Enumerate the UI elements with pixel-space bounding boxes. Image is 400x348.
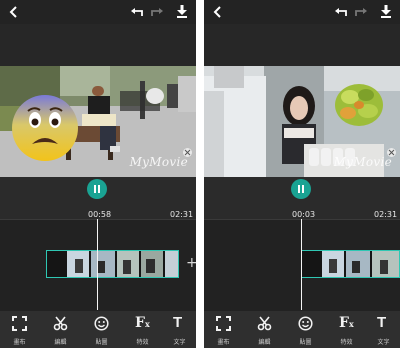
playback-controls: 00:03 02:31 [204, 177, 400, 219]
text-icon: T [377, 314, 387, 331]
video-clip-strip[interactable] [46, 250, 179, 278]
watermark-text: MyMovie [333, 155, 392, 169]
tool-canvas[interactable]: 畫布 [0, 311, 39, 348]
video-clip-strip[interactable] [301, 250, 400, 278]
tool-label-effects: 特效 [136, 339, 149, 346]
redo-icon[interactable] [150, 5, 164, 19]
editor-screen-right: MyMovie 00:03 02:31 畫布 編輯 貼圖 Fx 特效 T 文字 [204, 0, 400, 348]
pause-button[interactable] [291, 179, 311, 199]
tool-label-sticker: 貼圖 [299, 339, 312, 346]
worried-face-sticker[interactable] [10, 92, 80, 164]
scissors-icon [257, 316, 272, 331]
tool-effects[interactable]: Fx 特效 [327, 311, 366, 348]
tool-effects[interactable]: Fx 特效 [123, 311, 162, 348]
timeline-divider [204, 219, 400, 220]
tool-label-effects: 特效 [340, 339, 353, 346]
sticker-icon [94, 316, 109, 331]
top-bar [204, 0, 400, 24]
pause-button[interactable] [87, 179, 107, 199]
timeline[interactable]: + [0, 219, 196, 311]
video-preview[interactable]: MyMovie [0, 66, 196, 177]
playhead[interactable] [97, 219, 98, 310]
fx-icon: Fx [339, 315, 354, 331]
download-icon[interactable] [175, 4, 189, 19]
tool-canvas[interactable]: 畫布 [204, 311, 243, 348]
playhead[interactable] [301, 219, 302, 310]
clip-thumbnails [47, 251, 178, 277]
tool-text[interactable]: T 文字 [364, 311, 400, 348]
tool-label-text: 文字 [377, 339, 390, 346]
top-bar [0, 0, 196, 24]
add-clip-icon[interactable]: + [186, 256, 196, 270]
preview-background [204, 24, 400, 66]
fx-icon: Fx [135, 315, 150, 331]
tool-sticker[interactable]: 貼圖 [82, 311, 121, 348]
sticker-icon [298, 316, 313, 331]
tool-edit[interactable]: 編輯 [41, 311, 80, 348]
current-time: 00:58 [88, 210, 112, 219]
back-icon[interactable] [7, 5, 21, 19]
bottom-toolbar: 畫布 編輯 貼圖 Fx 特效 T 文字 [0, 311, 196, 348]
clip-thumbnails [302, 251, 399, 277]
playback-controls: 00:58 02:31 [0, 177, 196, 219]
preview-background [0, 24, 196, 66]
timeline-divider [0, 219, 196, 220]
salad-sticker[interactable] [334, 81, 384, 127]
redo-icon[interactable] [354, 5, 368, 19]
text-icon: T [173, 314, 183, 331]
tool-label-canvas: 畫布 [217, 339, 230, 346]
undo-icon[interactable] [130, 5, 144, 19]
tool-label-canvas: 畫布 [13, 339, 26, 346]
tool-sticker[interactable]: 貼圖 [286, 311, 325, 348]
tool-edit[interactable]: 編輯 [245, 311, 284, 348]
video-preview[interactable]: MyMovie [204, 66, 400, 177]
total-time: 02:31 [170, 210, 194, 219]
tool-label-edit: 編輯 [54, 339, 67, 346]
bottom-toolbar: 畫布 編輯 貼圖 Fx 特效 T 文字 [204, 311, 400, 348]
watermark-text: MyMovie [129, 155, 188, 169]
total-time: 02:31 [374, 210, 398, 219]
current-time: 00:03 [292, 210, 316, 219]
tool-text[interactable]: T 文字 [160, 311, 196, 348]
tool-label-sticker: 貼圖 [95, 339, 108, 346]
timeline[interactable] [204, 219, 400, 311]
undo-icon[interactable] [334, 5, 348, 19]
canvas-icon [12, 316, 27, 331]
canvas-icon [216, 316, 231, 331]
scissors-icon [53, 316, 68, 331]
download-icon[interactable] [379, 4, 393, 19]
editor-screen-left: MyMovie 00:58 02:31 + 畫布 編輯 貼圖 Fx 特效 T 文… [0, 0, 196, 348]
tool-label-edit: 編輯 [258, 339, 271, 346]
back-icon[interactable] [211, 5, 225, 19]
tool-label-text: 文字 [173, 339, 186, 346]
